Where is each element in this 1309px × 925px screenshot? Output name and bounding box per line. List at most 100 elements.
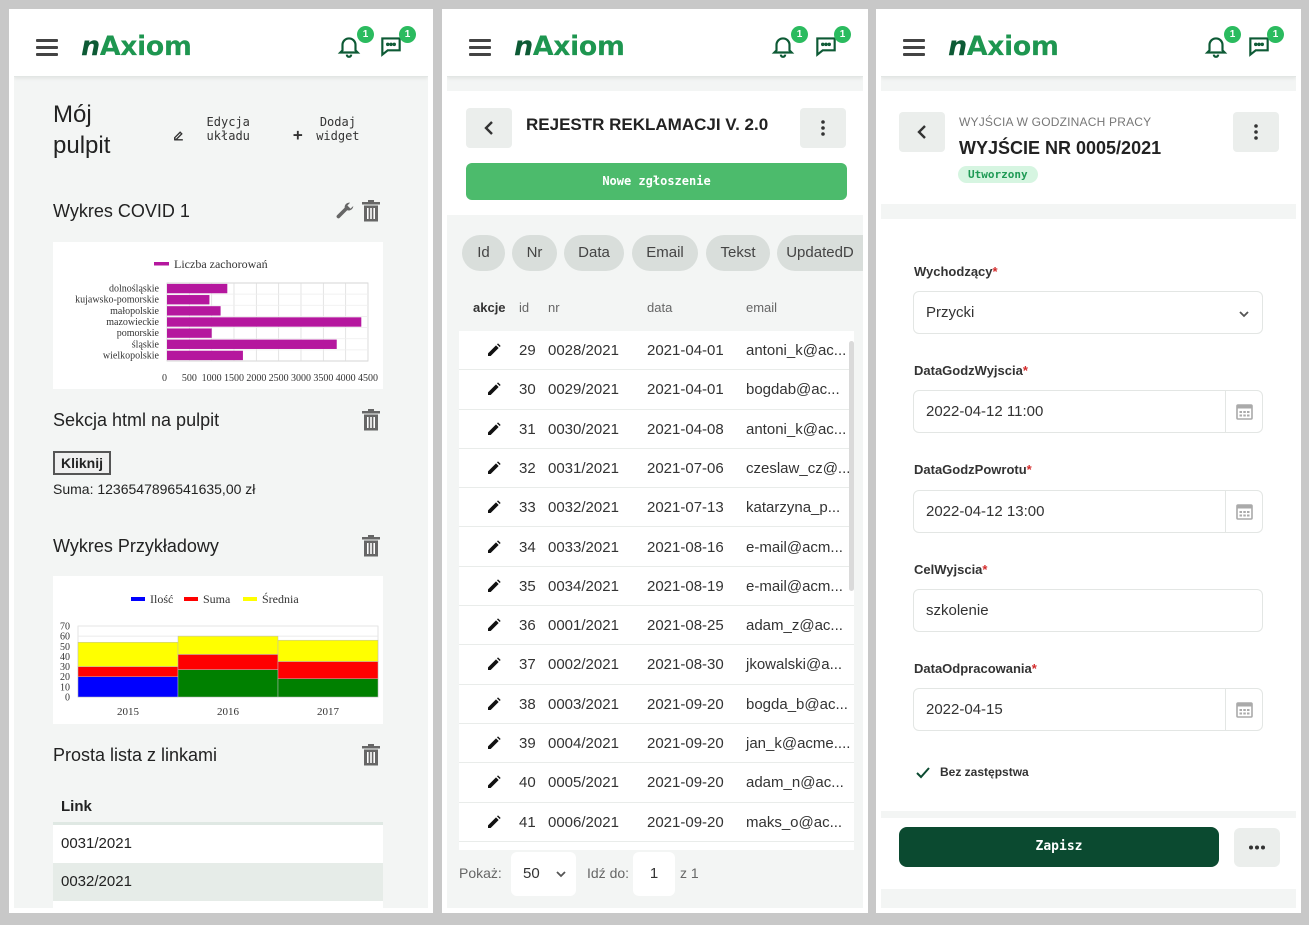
- bez-zastepstwa-checkbox[interactable]: [914, 764, 932, 782]
- messages-chat-icon[interactable]: 1: [1246, 26, 1284, 61]
- link-item[interactable]: 0032/2021: [53, 863, 383, 901]
- back-button[interactable]: [899, 112, 945, 152]
- calendar-icon[interactable]: [1225, 391, 1262, 432]
- save-button[interactable]: Zapisz: [899, 827, 1219, 867]
- table-row[interactable]: 39 0004/2021 2021-09-20 jan_k@acme....: [459, 724, 854, 764]
- edit-pencil-icon[interactable]: [486, 499, 502, 515]
- register-title: REJESTR REKLAMACJI V. 2.0: [526, 115, 769, 134]
- add-widget-button[interactable]: + Dodaj widget: [293, 115, 366, 143]
- edit-pencil-icon[interactable]: [486, 656, 502, 672]
- trash-icon[interactable]: [362, 744, 380, 766]
- kebab-menu-icon: [821, 120, 825, 136]
- table-row[interactable]: 37 0002/2021 2021-08-30 jkowalski@a...: [459, 645, 854, 685]
- edit-pencil-icon[interactable]: [486, 814, 502, 830]
- more-options-button[interactable]: [1233, 112, 1279, 152]
- goto-page-input[interactable]: 1: [633, 852, 675, 896]
- trash-icon[interactable]: [362, 409, 380, 431]
- filter-chip-tekst[interactable]: Tekst: [706, 235, 770, 271]
- edit-pencil-icon[interactable]: [486, 381, 502, 397]
- more-actions-button[interactable]: [1234, 828, 1280, 867]
- cell-nr: 0031/2021: [548, 459, 619, 477]
- logo[interactable]: nAxiom: [948, 31, 1059, 62]
- wychodzacy-select[interactable]: Przycki: [913, 291, 1263, 334]
- messages-chat-icon[interactable]: 1: [378, 26, 416, 61]
- edit-pencil-icon[interactable]: [486, 342, 502, 358]
- table-row[interactable]: 36 0001/2021 2021-08-25 adam_z@ac...: [459, 606, 854, 646]
- hamburger-menu-icon[interactable]: [36, 39, 58, 56]
- table-row[interactable]: 30 0029/2021 2021-04-01 bogdab@ac...: [459, 370, 854, 410]
- column-header-email[interactable]: email: [746, 300, 777, 315]
- edit-layout-button[interactable]: Edycja układu: [171, 115, 263, 143]
- column-header-nr[interactable]: nr: [548, 300, 560, 315]
- table-row[interactable]: 33 0032/2021 2021-07-13 katarzyna_p...: [459, 488, 854, 528]
- messages-chat-icon[interactable]: 1: [813, 26, 851, 61]
- calendar-icon[interactable]: [1225, 689, 1262, 730]
- filter-chip-id[interactable]: Id: [462, 235, 505, 271]
- data-wyjscia-input[interactable]: 2022-04-12 11:00: [913, 390, 1263, 433]
- widget-title-covid: Wykres COVID 1: [53, 201, 190, 221]
- table-row[interactable]: 29 0028/2021 2021-04-01 antoni_k@ac...: [459, 331, 854, 371]
- filter-chip-nr[interactable]: Nr: [512, 235, 557, 271]
- kliknij-button[interactable]: Kliknij: [53, 451, 112, 475]
- edit-pencil-icon[interactable]: [486, 617, 502, 633]
- bar: [167, 328, 212, 338]
- hamburger-menu-icon[interactable]: [469, 39, 491, 56]
- table-row[interactable]: 41 0006/2021 2021-09-20 maks_o@ac...: [459, 803, 854, 842]
- data-powrotu-input[interactable]: 2022-04-12 13:00: [913, 490, 1263, 533]
- edit-pencil-icon[interactable]: [486, 696, 502, 712]
- notifications-bell-icon[interactable]: 1: [336, 26, 374, 61]
- edit-pencil-icon[interactable]: [486, 578, 502, 594]
- table-row[interactable]: 32 0031/2021 2021-07-06 czeslaw_cz@...: [459, 449, 854, 489]
- hamburger-menu-icon[interactable]: [903, 39, 925, 56]
- trash-icon[interactable]: [362, 535, 380, 557]
- table-row[interactable]: 35 0034/2021 2021-08-19 e-mail@acm...: [459, 567, 854, 607]
- link-item[interactable]: 0031/2021: [53, 825, 383, 863]
- edit-pencil-icon[interactable]: [486, 460, 502, 476]
- notifications-badge: 1: [791, 26, 808, 43]
- cell-id: 30: [519, 381, 536, 399]
- wrench-icon[interactable]: [334, 200, 356, 222]
- table-row[interactable]: 34 0033/2021 2021-08-16 e-mail@acm...: [459, 528, 854, 567]
- edit-pencil-icon[interactable]: [486, 421, 502, 437]
- logo[interactable]: nAxiom: [81, 31, 192, 62]
- more-options-button[interactable]: [800, 108, 846, 148]
- notifications-bell-icon[interactable]: 1: [1203, 26, 1241, 61]
- bar: [167, 283, 228, 294]
- column-header-id[interactable]: id: [519, 300, 529, 315]
- cel-wyjscia-input[interactable]: szkolenie: [913, 589, 1263, 632]
- notifications-badge: 1: [357, 26, 374, 43]
- form-subtitle: WYJŚCIA W GODZINACH PRACY: [959, 115, 1152, 129]
- kebab-menu-icon: [1254, 124, 1258, 140]
- widget-title-links: Prosta lista z linkami: [53, 745, 218, 765]
- checkmark-icon: [916, 767, 930, 779]
- notifications-bell-icon[interactable]: 1: [770, 26, 808, 61]
- table-row[interactable]: 31 0030/2021 2021-04-08 antoni_k@ac...: [459, 410, 854, 449]
- bar-segment: [177, 654, 279, 670]
- bar-segment: [277, 661, 379, 679]
- edit-pencil-icon[interactable]: [486, 735, 502, 751]
- trash-icon[interactable]: [362, 200, 380, 222]
- category-label: śląskie: [132, 339, 160, 350]
- calendar-icon[interactable]: [1225, 491, 1262, 532]
- legend-swatch: [154, 262, 169, 266]
- new-request-button[interactable]: Nowe zgłoszenie: [466, 163, 847, 200]
- page-size-select[interactable]: 50: [511, 852, 576, 896]
- table-row[interactable]: 40 0005/2021 2021-09-20 adam_n@ac...: [459, 763, 854, 803]
- back-button[interactable]: [466, 108, 512, 148]
- filter-chip-updated[interactable]: UpdatedD: [777, 235, 863, 271]
- cell-nr: 0005/2021: [548, 774, 619, 792]
- table-scrollbar[interactable]: [849, 341, 854, 591]
- bar: [167, 317, 362, 327]
- data-odpracowania-input[interactable]: 2022-04-15: [913, 688, 1263, 731]
- edit-pencil-icon[interactable]: [486, 774, 502, 790]
- legend-swatch: [184, 597, 198, 601]
- filter-chip-data[interactable]: Data: [564, 235, 624, 271]
- cell-nr: 0034/2021: [548, 577, 619, 595]
- sum-text: Suma: 1236547896541635,00 zł: [53, 481, 256, 497]
- edit-pencil-icon[interactable]: [486, 539, 502, 555]
- table-row[interactable]: 38 0003/2021 2021-09-20 bogda_b@ac...: [459, 685, 854, 724]
- filter-chip-email[interactable]: Email: [632, 235, 698, 271]
- column-header-data[interactable]: data: [647, 300, 672, 315]
- logo[interactable]: nAxiom: [514, 31, 625, 62]
- x-tick-label: 1500: [224, 373, 244, 384]
